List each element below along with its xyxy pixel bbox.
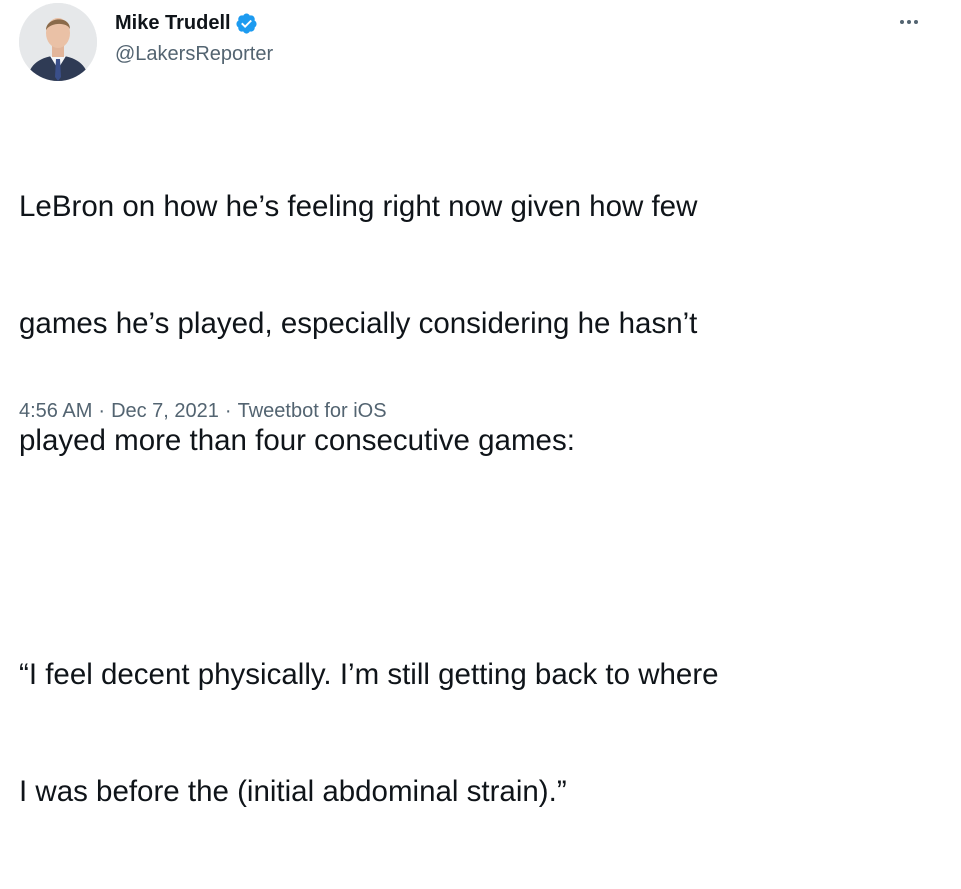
tweet-text-line: games he’s played, especially considerin…	[19, 307, 698, 340]
name-row: Mike Trudell	[115, 10, 273, 36]
tweet-source-link[interactable]: Tweetbot for iOS	[238, 400, 387, 422]
tweet-text-line: played more than four consecutive games:	[19, 424, 575, 457]
tweet-time-link[interactable]: 4:56 AM	[19, 400, 92, 422]
tweet-date-link[interactable]: Dec 7, 2021	[111, 400, 219, 422]
more-options-icon[interactable]	[894, 10, 924, 34]
author-display-name[interactable]: Mike Trudell	[115, 10, 231, 36]
author-handle[interactable]: @LakersReporter	[115, 41, 273, 67]
tweet-text-line: “I feel decent physically. I’m still get…	[19, 658, 719, 691]
meta-separator: ·	[224, 400, 232, 422]
meta-separator: ·	[98, 400, 106, 422]
tweet-text: LeBron on how he’s feeling right now giv…	[19, 109, 929, 889]
author-block: Mike Trudell @LakersReporter	[115, 10, 273, 67]
tweet-text-line: LeBron on how he’s feeling right now giv…	[19, 190, 698, 223]
tweet-card: Mike Trudell @LakersReporter LeBron on h…	[0, 0, 961, 808]
avatar-image	[19, 3, 97, 81]
tweet-text-line: I was before the (initial abdominal stra…	[19, 775, 567, 808]
avatar[interactable]	[19, 3, 97, 81]
verified-badge-icon	[235, 12, 258, 35]
tweet-metadata: 4:56 AM · Dec 7, 2021 · Tweetbot for iOS	[19, 397, 387, 425]
